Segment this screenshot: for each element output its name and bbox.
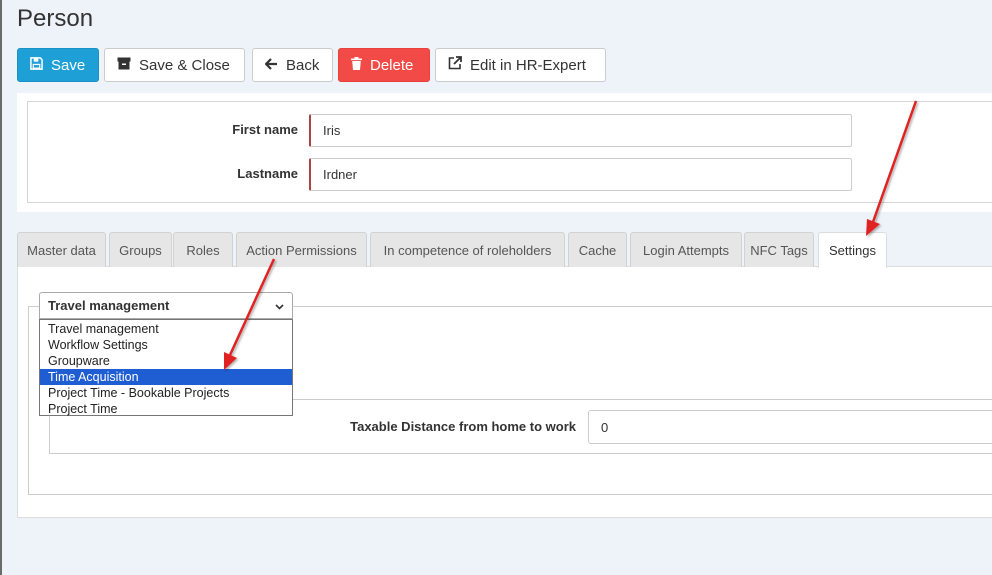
tab-in-competence-of-roleholders[interactable]: In competence of roleholders [370,232,565,267]
dropdown-option-travel-management[interactable]: Travel management [40,321,292,337]
dropdown-option-project-time[interactable]: Project Time [40,401,292,417]
edit-hr-expert-button[interactable]: Edit in HR-Expert [435,48,606,82]
arrow-left-icon [264,57,278,74]
dropdown-option-groupware[interactable]: Groupware [40,353,292,369]
page-title: Person [17,5,94,32]
floppy-disk-icon [30,56,43,74]
save-close-button[interactable]: Save & Close [104,48,245,82]
save-button[interactable]: Save [17,48,99,82]
person-form-panel: First name Iris Lastname Irdner [17,93,992,212]
external-link-icon [448,56,462,74]
window-edge [0,0,2,575]
lastname-input[interactable]: Irdner [309,158,852,191]
tab-settings[interactable]: Settings [818,232,887,268]
taxable-distance-input[interactable]: 0 [588,410,992,444]
dropdown-option-time-acquisition[interactable]: Time Acquisition [40,369,292,385]
lastname-label: Lastname [237,166,298,181]
first-name-input[interactable]: Iris [309,114,852,147]
settings-category-selected: Travel management [48,298,170,313]
save-button-label: Save [51,56,86,74]
tab-groups[interactable]: Groups [109,232,172,267]
person-form: First name Iris Lastname Irdner [27,101,992,203]
tab-login-attempts[interactable]: Login Attempts [630,232,742,267]
tab-cache[interactable]: Cache [568,232,627,267]
tab-roles[interactable]: Roles [173,232,233,267]
settings-category-select[interactable]: Travel management [39,292,293,319]
tab-master-data[interactable]: Master data [17,232,106,267]
back-button-label: Back [286,56,320,74]
settings-category-dropdown: Travel management Workflow Settings Grou… [39,319,293,416]
trash-icon [351,56,362,74]
first-name-label: First name [232,122,298,137]
taxable-distance-label: Taxable Distance from home to work [350,419,576,434]
dropdown-option-project-time-bookable-projects[interactable]: Project Time - Bookable Projects [40,385,292,401]
save-close-button-label: Save & Close [139,56,230,74]
edit-hr-expert-button-label: Edit in HR-Expert [470,56,586,74]
chevron-down-icon [275,298,284,313]
back-button[interactable]: Back [252,48,333,82]
tab-action-permissions[interactable]: Action Permissions [236,232,367,267]
archive-box-icon [117,57,131,74]
dropdown-option-workflow-settings[interactable]: Workflow Settings [40,337,292,353]
tab-nfc-tags[interactable]: NFC Tags [744,232,814,267]
delete-button[interactable]: Delete [338,48,430,82]
delete-button-label: Delete [370,56,414,74]
tab-bar: Master data Groups Roles Action Permissi… [17,232,992,268]
